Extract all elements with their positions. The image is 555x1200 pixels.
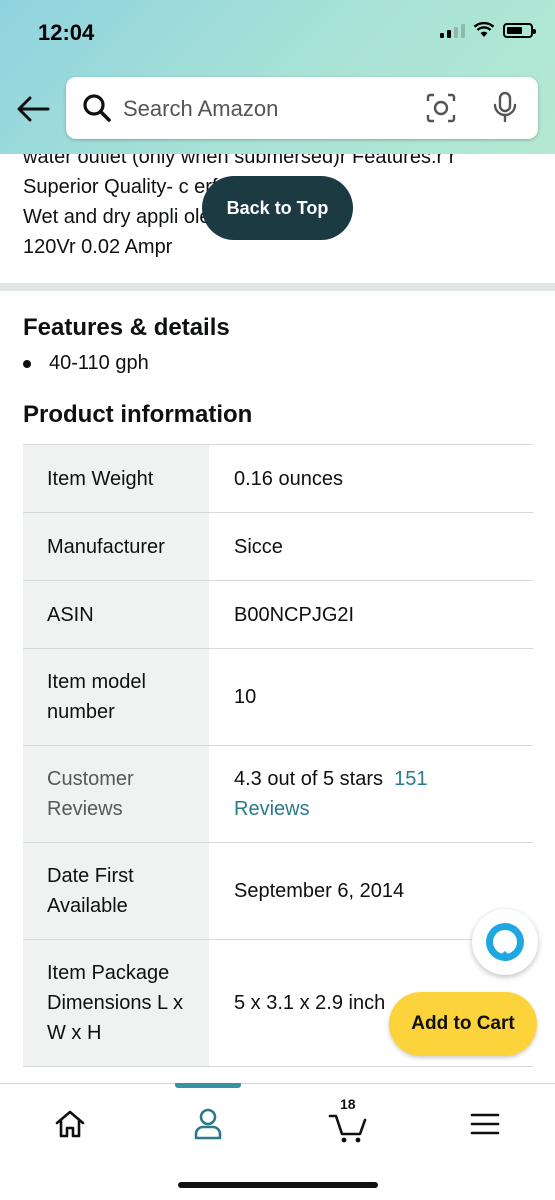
row-key: Item model number xyxy=(23,649,209,745)
feature-bullet-text: 40-110 gph xyxy=(49,352,149,374)
search-input[interactable]: Search Amazon xyxy=(66,77,538,139)
table-row: ASIN B00NCPJG2I xyxy=(23,581,533,649)
table-row: Manufacturer Sicce xyxy=(23,513,533,581)
search-placeholder: Search Amazon xyxy=(123,96,279,121)
nav-account[interactable] xyxy=(178,1102,238,1146)
account-icon xyxy=(194,1108,222,1140)
battery-icon xyxy=(503,22,536,38)
table-row: Date First Available September 6, 2014 xyxy=(23,843,533,940)
table-row: Item model number 10 xyxy=(23,649,533,746)
row-key: Item Package Dimensions L x W x H xyxy=(23,940,209,1066)
feature-bullet: 40-110 gph xyxy=(23,352,149,375)
row-key: Customer Reviews xyxy=(23,746,209,842)
status-time: 12:04 xyxy=(38,20,95,45)
product-information-title: Product information xyxy=(23,401,253,428)
microphone-icon[interactable] xyxy=(492,91,518,125)
alexa-button[interactable] xyxy=(472,909,538,975)
alexa-icon xyxy=(486,923,524,961)
row-key: Date First Available xyxy=(23,843,209,939)
status-bar: 12:04 xyxy=(0,0,555,66)
row-value: B00NCPJG2I xyxy=(234,603,355,626)
row-key: ASIN xyxy=(23,581,209,648)
section-divider xyxy=(0,283,555,291)
menu-icon xyxy=(470,1113,500,1135)
back-to-top-button[interactable]: Back to Top xyxy=(202,176,353,240)
bullet-icon xyxy=(23,359,31,368)
row-value: 0.16 ounces xyxy=(234,467,343,490)
table-row: Customer Reviews 4.3 out of 5 stars 151 … xyxy=(23,746,533,843)
row-value: Sicce xyxy=(234,535,283,558)
home-indicator xyxy=(178,1182,378,1188)
product-detail-page: water outlet (only when submersed)r Feat… xyxy=(0,0,555,1200)
back-arrow-icon[interactable] xyxy=(14,90,52,128)
rating-text: 4.3 out of 5 stars xyxy=(234,768,383,790)
nav-menu[interactable] xyxy=(455,1102,515,1146)
features-title: Features & details xyxy=(23,314,230,341)
row-value: 10 xyxy=(234,686,257,708)
product-information-table: Item Weight 0.16 ounces Manufacturer Sic… xyxy=(23,444,533,1067)
row-key: Item Weight xyxy=(23,445,209,512)
nav-home[interactable] xyxy=(40,1102,100,1146)
row-value: 4.3 out of 5 stars 151 Reviews xyxy=(209,746,533,842)
table-row: Item Weight 0.16 ounces xyxy=(23,445,533,513)
cart-count: 18 xyxy=(340,1096,356,1112)
wifi-icon xyxy=(473,22,495,37)
active-tab-indicator xyxy=(175,1083,241,1088)
home-icon xyxy=(55,1110,85,1138)
cellular-signal-icon xyxy=(440,22,465,38)
status-icons xyxy=(440,22,536,38)
row-key: Manufacturer xyxy=(23,513,209,580)
bottom-navigation: 18 xyxy=(0,1083,555,1200)
search-icon xyxy=(83,94,111,122)
nav-cart[interactable]: 18 xyxy=(318,1096,378,1146)
camera-lens-icon[interactable] xyxy=(426,93,456,123)
app-header: 12:04 Search Amazon xyxy=(0,0,555,154)
add-to-cart-button[interactable]: Add to Cart xyxy=(389,992,537,1056)
